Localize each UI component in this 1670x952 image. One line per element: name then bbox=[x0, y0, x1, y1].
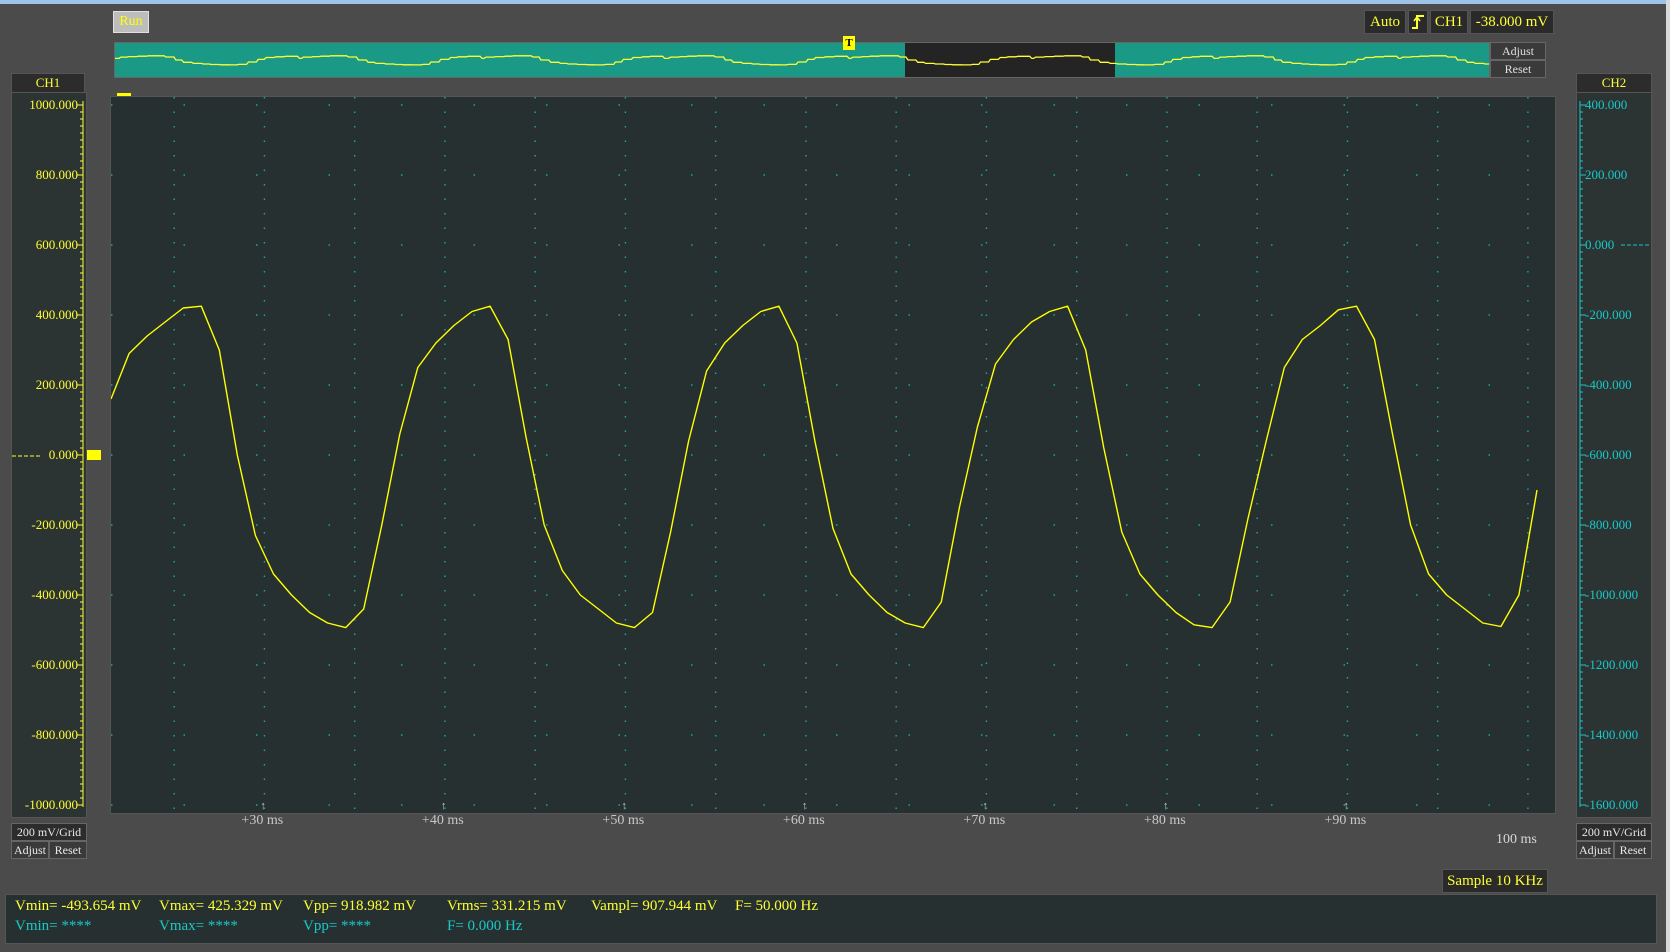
window-top-border bbox=[0, 0, 1670, 4]
ch1-vampl: Vampl= 907.944 mV bbox=[591, 898, 718, 914]
ch2-zero-dash bbox=[1621, 244, 1651, 246]
ch2-tick-label: -1200.000 bbox=[1585, 657, 1639, 672]
time-tick-label: +70 ms bbox=[963, 813, 1006, 828]
ch2-tick-label: -1000.000 bbox=[1585, 587, 1639, 602]
time-tick-mark: ↑ bbox=[260, 800, 266, 812]
ch1-tick-label: -400.000 bbox=[31, 587, 78, 602]
ch2-vmin: Vmin= **** bbox=[15, 918, 92, 934]
ch1-tick-label: 200.000 bbox=[35, 377, 78, 392]
ch2-tick-label: -1600.000 bbox=[1585, 797, 1639, 812]
trigger-level-field[interactable]: -38.000 mV bbox=[1470, 10, 1554, 34]
ch1-trace bbox=[111, 305, 1538, 629]
ch1-vmax: Vmax= 425.329 mV bbox=[159, 898, 283, 914]
ch1-tick-label: 0.000 bbox=[48, 447, 78, 462]
ch2-vmax: Vmax= **** bbox=[159, 918, 238, 934]
ch2-tick-label: 0.000 bbox=[1585, 237, 1615, 252]
ch1-label: CH1 bbox=[11, 73, 85, 93]
ch2-frequency: F= 0.000 Hz bbox=[447, 918, 523, 934]
ch1-tick-label: 400.000 bbox=[35, 307, 78, 322]
ch1-tick-label: -600.000 bbox=[31, 657, 78, 672]
time-axis-end-label: 100 ms bbox=[1496, 832, 1537, 847]
ch2-tick-label: -800.000 bbox=[1585, 517, 1632, 532]
ch1-zero-dash bbox=[12, 455, 40, 457]
run-button[interactable]: Run bbox=[113, 11, 149, 33]
ch2-tick-label: -600.000 bbox=[1585, 447, 1632, 462]
ch1-adjust-button[interactable]: Adjust bbox=[11, 841, 49, 859]
time-tick-label: +80 ms bbox=[1143, 813, 1186, 828]
ch1-tick-label: 800.000 bbox=[35, 167, 78, 182]
ch1-tick-label: -200.000 bbox=[31, 517, 78, 532]
ch2-tick-label: -200.000 bbox=[1585, 307, 1632, 322]
trigger-mode-button[interactable]: Auto bbox=[1364, 10, 1406, 34]
ch2-adjust-button[interactable]: Adjust bbox=[1576, 841, 1614, 859]
time-tick-mark: ↑ bbox=[440, 800, 447, 812]
ch2-reset-button[interactable]: Reset bbox=[1614, 841, 1652, 859]
waveform-display[interactable] bbox=[110, 96, 1556, 814]
ch2-tick-label: 200.000 bbox=[1585, 167, 1628, 182]
time-tick-label: +40 ms bbox=[421, 813, 464, 828]
time-tick-label: +50 ms bbox=[602, 813, 645, 828]
time-tick-label: +60 ms bbox=[782, 813, 825, 828]
ch1-scale-button[interactable]: 200 mV/Grid bbox=[11, 823, 87, 841]
ch2-tick-label: 400.000 bbox=[1585, 97, 1628, 112]
rising-edge-icon[interactable] bbox=[1408, 10, 1428, 34]
measurement-panel: Vmin= -493.654 mV Vmax= 425.329 mV Vpp= … bbox=[5, 894, 1657, 944]
sample-rate-button[interactable]: Sample 10 KHz bbox=[1442, 869, 1548, 893]
ch1-reset-button[interactable]: Reset bbox=[49, 841, 87, 859]
time-tick-mark: ↑ bbox=[1343, 800, 1349, 812]
waveform-overview[interactable]: T bbox=[114, 36, 1490, 78]
ch1-frequency: F= 50.000 Hz bbox=[735, 898, 819, 914]
ch1-vmin: Vmin= -493.654 mV bbox=[15, 898, 142, 914]
trigger-position-marker[interactable]: T bbox=[843, 36, 855, 50]
time-tick-mark: ↑ bbox=[982, 800, 988, 812]
ch1-tick-label: -1000.000 bbox=[24, 797, 78, 812]
time-tick-mark: ↑ bbox=[1162, 800, 1169, 812]
ch2-tick-label: -400.000 bbox=[1585, 377, 1632, 392]
ch2-axis[interactable]: 400.000 200.000 0.000 -200.000 -400.000 -600.… bbox=[1576, 92, 1652, 818]
ch2-tick-label: -1400.000 bbox=[1585, 727, 1639, 742]
ch2-scale-button[interactable]: 200 mV/Grid bbox=[1576, 823, 1652, 841]
time-tick-mark: ↑ bbox=[621, 800, 627, 812]
ch1-vpp: Vpp= 918.982 mV bbox=[303, 898, 417, 914]
ch2-vpp: Vpp= **** bbox=[303, 918, 372, 934]
time-tick-label: +30 ms bbox=[241, 813, 284, 828]
overview-adjust-button[interactable]: Adjust bbox=[1490, 42, 1546, 60]
time-tick-mark: ↑ bbox=[801, 800, 808, 812]
ch1-tick-label: 600.000 bbox=[35, 237, 78, 252]
ch1-vrms: Vrms= 331.215 mV bbox=[447, 898, 567, 914]
time-tick-label: +90 ms bbox=[1324, 813, 1367, 828]
window-right-border bbox=[1666, 0, 1670, 952]
ch1-tick-label: -800.000 bbox=[31, 727, 78, 742]
trigger-source-button[interactable]: CH1 bbox=[1430, 10, 1468, 34]
overview-reset-button[interactable]: Reset bbox=[1490, 60, 1546, 78]
ch1-tick-label: 1000.000 bbox=[29, 97, 78, 112]
overview-trace bbox=[115, 55, 1489, 66]
ch1-ground-marker[interactable] bbox=[87, 450, 101, 460]
waveform-plot bbox=[111, 97, 1555, 813]
ch2-label: CH2 bbox=[1576, 73, 1652, 93]
